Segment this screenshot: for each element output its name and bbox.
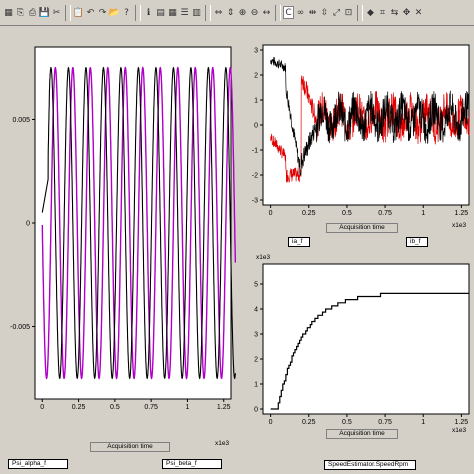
x-tick-label: 1 [421,210,425,217]
y-tick-label: -2 [252,173,258,180]
y-tick-label: 1 [254,382,258,389]
x-tick-label: 1 [421,419,425,426]
arrows-icon[interactable]: ⇆ [389,6,400,19]
x-tick-label: 0.25 [302,419,316,426]
y-exponent-label: x1e3 [256,254,271,261]
x-exponent-label: x1e3 [452,427,467,434]
redo-icon[interactable]: ↷ [97,6,108,19]
legend-speed-rpm[interactable]: SpeedEstimator.SpeedRpm [324,460,416,470]
y-tick-label: 2 [254,357,258,364]
link-icon[interactable]: ∞ [295,6,306,19]
bottom-right-chart: 0 0.25 0.5 0.75 1 1.25 5 4 3 2 1 0 [254,263,470,426]
paste-icon[interactable]: 📋 [73,6,84,19]
legend-psi-beta[interactable]: Psi_beta_f [162,459,222,469]
legend-ib[interactable]: ib_f [406,237,428,247]
y-tick-label: -3 [252,198,258,205]
y-tick-label: 3 [254,48,258,55]
legend-psi-alpha[interactable]: Psi_alpha_f [8,459,68,469]
toolbar-separator [65,4,71,21]
grid-icon[interactable]: ▦ [3,6,14,19]
plot-area [262,263,470,415]
x-exponent-label: x1e3 [215,440,230,447]
x-tick-label: 0.75 [378,210,392,217]
help-icon[interactable]: ? [121,6,132,19]
save-icon[interactable]: 💾 [39,6,50,19]
legend-ia[interactable]: ia_f [288,237,310,247]
x-exponent-label: x1e3 [452,222,467,229]
list-icon[interactable]: ☰ [179,6,190,19]
y-tick-label: -0.005 [10,324,30,331]
print-icon[interactable]: ⎙ [27,6,38,19]
x-tick-label: 0.25 [72,404,86,411]
left-chart-panel: 0 0.25 0.5 0.75 1 1.25 0.005 0 -0.005 x1e3 Acqui… [0,27,236,474]
y-tick-label: 0 [254,407,258,414]
left-chart: 0 0.25 0.5 0.75 1 1.25 0.005 0 -0.005 [10,46,236,411]
y-tick-label: -1 [252,148,258,155]
toolbar-separator [205,4,211,21]
y-tick-label: 1 [254,98,258,105]
info-icon[interactable]: ℹ [143,6,154,19]
x-tick-label: 0.5 [342,210,352,217]
y-tick-label: 5 [254,282,258,289]
cut-icon[interactable]: ✂ [51,6,62,19]
zoom-x-icon[interactable]: ⊕ [237,6,248,19]
x-tick-label: 1.25 [455,419,469,426]
y-tick-label: 0 [26,221,30,228]
toolbar-separator [275,4,281,21]
chart-icon[interactable]: ▥ [191,6,202,19]
grid2-icon[interactable]: ▦ [167,6,178,19]
y-tick-label: 2 [254,73,258,80]
cross-icon[interactable]: ✕ [413,6,424,19]
x-tick-label: 0.5 [110,404,120,411]
cursor-icon[interactable]: ↔ [261,6,272,19]
fit-icon[interactable]: ⊡ [343,6,354,19]
measure-icon[interactable]: ⌗ [377,6,388,19]
undo-icon[interactable]: ↶ [85,6,96,19]
toolbar-separator [357,4,363,21]
y-tick-label: 0 [254,123,258,130]
top-right-chart: 0 0.25 0.5 0.75 1 1.25 3 2 1 0 -1 -2 -3 [252,44,470,217]
top-right-chart-panel: 0 0.25 0.5 0.75 1 1.25 3 2 1 0 -1 -2 -3 x1e3 Acquisi… [238,27,474,247]
expand-icon[interactable]: ⤢ [331,6,342,19]
open-icon[interactable]: 📂 [109,6,120,19]
y-tick-label: 3 [254,332,258,339]
x-tick-label: 0.25 [302,210,316,217]
x-axis-label-button[interactable]: Acquisition time [326,223,398,233]
x-tick-label: 0 [269,419,273,426]
x-axis-icon[interactable]: ⇔ [213,6,224,19]
x-tick-label: 0 [40,404,44,411]
x-axis-label-button[interactable]: Acquisition time [326,429,398,439]
scale-y-icon[interactable]: ⇳ [319,6,330,19]
x-tick-label: 0 [269,210,273,217]
y-axis-icon[interactable]: ⇕ [225,6,236,19]
scale-x-icon[interactable]: ⇹ [307,6,318,19]
x-tick-label: 0.5 [342,419,352,426]
y-tick-label: 4 [254,307,258,314]
x-tick-label: 1.25 [455,210,469,217]
x-tick-label: 0.75 [144,404,158,411]
x-tick-label: 1.25 [217,404,231,411]
marker-icon[interactable]: ◆ [365,6,376,19]
y-tick-label: 0.005 [12,117,30,124]
zoom-y-icon[interactable]: ⊖ [249,6,260,19]
x-tick-label: 0.75 [378,419,392,426]
copy-icon[interactable]: ⎘ [15,6,26,19]
x-axis-label-button[interactable]: Acquisition time [90,442,170,452]
bottom-right-chart-panel: 0 0.25 0.5 0.75 1 1.25 5 4 3 2 1 0 x1e3 x1e3 Acquis… [238,249,474,474]
toolbar-separator [135,4,141,21]
c-icon[interactable]: C [283,6,294,19]
table-icon[interactable]: ▤ [155,6,166,19]
move-icon[interactable]: ✥ [401,6,412,19]
toolbar: ▦ ⎘ ⎙ 💾 ✂ 📋 ↶ ↷ 📂? ℹ ▤ ▦ ☰ ▥ ⇔ ⇕ ⊕ ⊖ ↔ C ∞ ⇹ ⇳ ⤢ ⊡ ◆ ⌗ ⇆ ✥ ✕ [0,0,474,26]
x-tick-label: 1 [185,404,189,411]
